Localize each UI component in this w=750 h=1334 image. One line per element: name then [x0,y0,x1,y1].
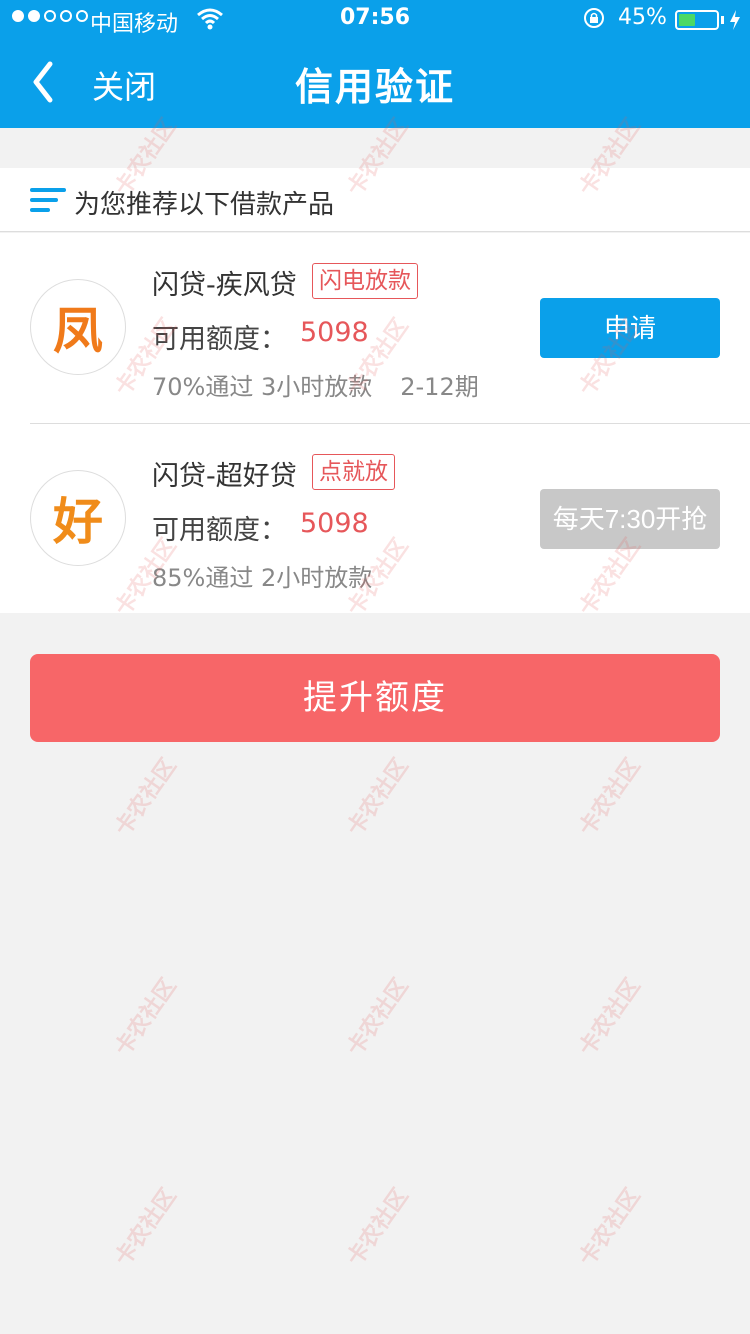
product-item[interactable]: 好 闪贷-超好贷 点就放 可用额度： 5098 85%通过 2小时放款 每天7:… [0,424,750,614]
battery-level [679,14,695,26]
watermark-text: 卡农社区 [110,1184,182,1271]
rotation-lock-icon [584,8,604,28]
pass-rate-text: 85%通过 2小时放款 [152,564,373,592]
watermark-text: 卡农社区 [110,754,182,841]
quota-value: 5098 [300,508,369,539]
pass-rate-text: 70%通过 3小时放款 [152,373,373,401]
product-name: 闪贷-疾风贷 [152,270,297,301]
apply-button[interactable]: 申请 [540,298,720,358]
app-header: 中国移动 07:56 45% 关闭 信用验证 [0,0,750,128]
product-list: 凤 闪贷-疾风贷 闪电放款 可用额度： 5098 70%通过 3小时放款 2-12… [0,233,750,613]
charging-bolt-icon [730,10,740,30]
status-bar: 中国移动 07:56 45% [0,0,750,40]
battery-percent: 45% [618,5,667,30]
list-icon [30,188,66,212]
quota-value: 5098 [300,317,369,348]
product-logo: 好 [30,470,126,566]
feng-logo-icon: 凤 [53,302,103,360]
product-meta: 70%通过 3小时放款 2-12期 [152,367,479,402]
watermark-text: 卡农社区 [342,1184,414,1271]
battery-icon [675,10,719,30]
watermark-text: 卡农社区 [110,974,182,1061]
watermark-text: 卡农社区 [574,754,646,841]
product-name: 闪贷-超好贷 [152,461,297,492]
product-tag: 点就放 [312,454,395,490]
quota-label: 可用额度： [152,515,287,546]
product-tag: 闪电放款 [312,263,418,299]
product-item[interactable]: 凤 闪贷-疾风贷 闪电放款 可用额度： 5098 70%通过 3小时放款 2-12… [0,233,750,424]
watermark-text: 卡农社区 [574,974,646,1061]
term-text: 2-12期 [400,373,479,401]
scheduled-grab-button[interactable]: 每天7:30开抢 [540,489,720,549]
hao-logo-icon: 好 [53,493,103,551]
product-logo: 凤 [30,279,126,375]
product-meta: 85%通过 2小时放款 [152,558,372,593]
page-title: 信用验证 [294,65,455,109]
recommend-title: 为您推荐以下借款产品 [74,190,335,220]
recommend-section-header: 为您推荐以下借款产品 [0,168,750,232]
watermark-text: 卡农社区 [574,1184,646,1271]
quota-label: 可用额度： [152,324,287,355]
watermark-text: 卡农社区 [342,974,414,1061]
watermark-text: 卡农社区 [342,754,414,841]
raise-quota-button[interactable]: 提升额度 [30,654,720,742]
